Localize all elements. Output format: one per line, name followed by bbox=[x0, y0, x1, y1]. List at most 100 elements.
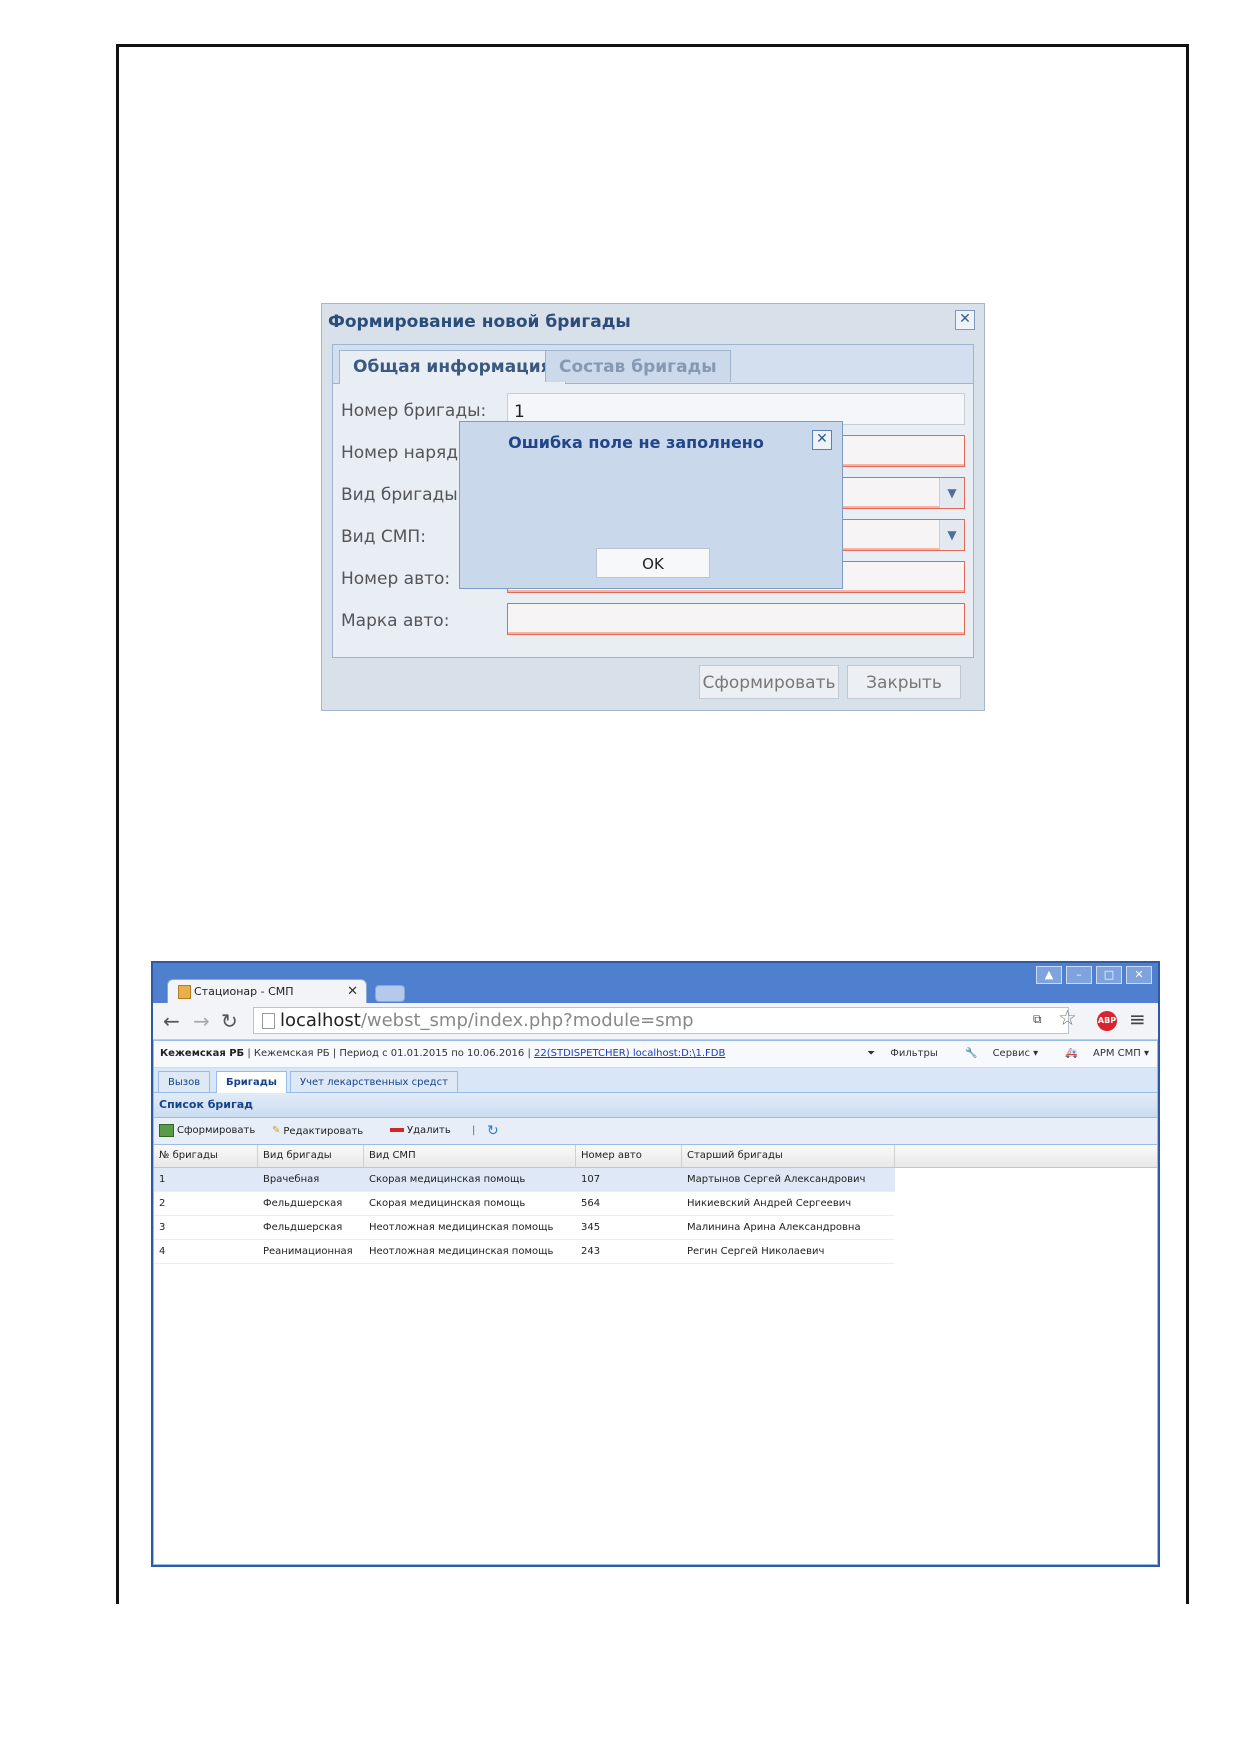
funnel-icon: ⏷ bbox=[867, 1048, 876, 1059]
chevron-down-icon[interactable]: ▼ bbox=[939, 478, 964, 508]
info-bar: Кежемская РБ | Кежемская РБ | Период с 0… bbox=[154, 1041, 1157, 1068]
car-brand-label: Марка авто: bbox=[341, 611, 450, 631]
grid-header: № бригады Вид бригады Вид СМП Номер авто… bbox=[154, 1145, 1157, 1168]
tab-brigades[interactable]: Бригады bbox=[216, 1071, 287, 1093]
delete-brigade-label: Удалить bbox=[407, 1125, 451, 1136]
cell-car: 107 bbox=[581, 1174, 601, 1185]
info-actions: ⏷ Фильтры 🔧 Сервис ▾ 🚑 АРМ СМП ▾ bbox=[843, 1041, 1149, 1067]
close-tab-icon[interactable]: ✕ bbox=[347, 980, 358, 1003]
menu-icon[interactable]: ≡ bbox=[1129, 1007, 1146, 1031]
browser-toolbar: ← → ↻ localhost/webst_smp/index.php?modu… bbox=[153, 1003, 1158, 1040]
cell-smp: Скорая медицинская помощь bbox=[369, 1174, 526, 1185]
cell-type: Врачебная bbox=[263, 1174, 320, 1185]
close-button[interactable]: Закрыть bbox=[847, 665, 961, 699]
dialog-close-icon[interactable]: ✕ bbox=[955, 310, 975, 330]
car-brand-field[interactable] bbox=[507, 603, 965, 635]
tab-call[interactable]: Вызов bbox=[158, 1071, 211, 1092]
cell-smp: Скорая медицинская помощь bbox=[369, 1198, 526, 1209]
window-controls: ▲ – □ ✕ bbox=[1032, 966, 1152, 984]
adblock-icon[interactable]: ABP bbox=[1097, 1011, 1117, 1031]
grid-body: 1 Врачебная Скорая медицинская помощь 10… bbox=[154, 1168, 1157, 1264]
app-tabs: Вызов Бригады Учет лекарственных средст bbox=[154, 1068, 1157, 1093]
page-icon bbox=[262, 1013, 275, 1029]
cell-number: 3 bbox=[159, 1222, 166, 1233]
reload-icon[interactable]: ↻ bbox=[221, 1009, 238, 1033]
arm-menu[interactable]: 🚑 АРМ СМП ▾ bbox=[1053, 1048, 1149, 1059]
browser-window: ▲ – □ ✕ Стационар - СМП ✕ ← → ↻ localhost/w… bbox=[151, 961, 1160, 1567]
create-button[interactable]: Сформировать bbox=[699, 665, 839, 699]
close-window-icon[interactable]: ✕ bbox=[1126, 966, 1152, 984]
refresh-icon[interactable]: ↻ bbox=[487, 1118, 499, 1144]
table-row[interactable]: 3 Фельдшерская Неотложная медицинская по… bbox=[154, 1216, 895, 1240]
dialog-title: Формирование новой бригады bbox=[328, 312, 631, 332]
app-content: Кежемская РБ | Кежемская РБ | Период с 0… bbox=[153, 1040, 1158, 1565]
translate-icon[interactable]: ⧉ bbox=[1033, 1012, 1042, 1027]
chevron-down-icon[interactable]: ▼ bbox=[939, 520, 964, 550]
error-title: Ошибка поле не заполнено bbox=[508, 433, 764, 452]
panel-title: Список бригад bbox=[154, 1093, 1157, 1118]
cell-type: Фельдшерская bbox=[263, 1222, 343, 1233]
tab-brigade-members[interactable]: Состав бригады bbox=[545, 350, 731, 382]
edit-brigade-label: Редактировать bbox=[283, 1126, 364, 1137]
browser-tab[interactable]: Стационар - СМП ✕ bbox=[167, 979, 367, 1003]
maximize-icon[interactable]: □ bbox=[1096, 966, 1122, 984]
cell-number: 4 bbox=[159, 1246, 166, 1257]
bookmark-star-icon[interactable]: ☆ bbox=[1058, 1006, 1077, 1030]
cell-type: Фельдшерская bbox=[263, 1198, 343, 1209]
close-icon[interactable]: ✕ bbox=[812, 430, 832, 450]
cell-number: 2 bbox=[159, 1198, 166, 1209]
table-row[interactable]: 1 Врачебная Скорая медицинская помощь 10… bbox=[154, 1168, 895, 1192]
minus-icon bbox=[390, 1128, 404, 1132]
create-brigade-label: Сформировать bbox=[177, 1125, 256, 1136]
cell-car: 345 bbox=[581, 1222, 601, 1233]
col-smp-type[interactable]: Вид СМП bbox=[364, 1145, 576, 1167]
cell-leader: Мартынов Сергей Александрович bbox=[687, 1174, 866, 1185]
grid-toolbar: Сформировать ✎ Редактировать Удалить | ↻ bbox=[154, 1118, 1157, 1145]
browser-tab-title: Стационар - СМП bbox=[194, 985, 294, 998]
edit-brigade-button[interactable]: ✎ Редактировать bbox=[272, 1118, 363, 1145]
cell-leader: Никиевский Андрей Сергеевич bbox=[687, 1198, 852, 1209]
dialog-tabs: Общая информация Состав бригады bbox=[333, 345, 973, 384]
db-link[interactable]: 22(STDISPETCHER) localhost:D:\1.FDB bbox=[534, 1048, 725, 1059]
forward-icon[interactable]: → bbox=[193, 1009, 210, 1033]
favicon-icon bbox=[178, 985, 191, 999]
table-row[interactable]: 4 Реанимационная Неотложная медицинская … bbox=[154, 1240, 895, 1264]
tab-general-info[interactable]: Общая информация bbox=[339, 350, 566, 384]
col-brigade-number[interactable]: № бригады bbox=[154, 1145, 258, 1167]
col-car-number[interactable]: Номер авто bbox=[576, 1145, 682, 1167]
wrench-icon: 🔧 bbox=[964, 1048, 978, 1059]
service-menu[interactable]: 🔧 Сервис ▾ bbox=[953, 1048, 1038, 1059]
cell-leader: Регин Сергей Николаевич bbox=[687, 1246, 825, 1257]
minimize-icon[interactable]: – bbox=[1066, 966, 1092, 984]
create-brigade-button[interactable]: Сформировать bbox=[159, 1118, 255, 1144]
cell-leader: Малинина Арина Александровна bbox=[687, 1222, 861, 1233]
cell-car: 564 bbox=[581, 1198, 601, 1209]
pencil-icon: ✎ bbox=[272, 1125, 281, 1136]
new-tab-button[interactable] bbox=[375, 985, 405, 1002]
cell-smp: Неотложная медицинская помощь bbox=[369, 1246, 554, 1257]
cell-number: 1 bbox=[159, 1174, 166, 1185]
period-info: | Кежемская РБ | Период с 01.01.2015 по … bbox=[244, 1048, 535, 1059]
org-name: Кежемская РБ bbox=[160, 1048, 245, 1059]
service-label: Сервис ▾ bbox=[992, 1048, 1039, 1059]
create-icon bbox=[159, 1123, 174, 1137]
back-icon[interactable]: ← bbox=[163, 1009, 180, 1033]
filters-button[interactable]: ⏷ Фильтры bbox=[855, 1048, 938, 1059]
profile-icon[interactable]: ▲ bbox=[1036, 966, 1062, 984]
cell-smp: Неотложная медицинская помощь bbox=[369, 1222, 554, 1233]
ok-button[interactable]: OK bbox=[596, 548, 710, 578]
col-brigade-leader[interactable]: Старший бригады bbox=[682, 1145, 895, 1167]
table-row[interactable]: 2 Фельдшерская Скорая медицинская помощь… bbox=[154, 1192, 895, 1216]
car-number-label: Номер авто: bbox=[341, 569, 451, 589]
tab-medicines[interactable]: Учет лекарственных средст bbox=[290, 1071, 458, 1092]
url-host: localhost bbox=[280, 1010, 361, 1031]
brigade-number-label: Номер бригады: bbox=[341, 401, 487, 421]
delete-brigade-button[interactable]: Удалить bbox=[390, 1118, 451, 1144]
col-brigade-type[interactable]: Вид бригады bbox=[258, 1145, 364, 1167]
cell-car: 243 bbox=[581, 1246, 601, 1257]
url-path: /webst_smp/index.php?module=smp bbox=[360, 1010, 694, 1031]
order-number-label: Номер наряд bbox=[341, 443, 458, 463]
ambulance-icon: 🚑 bbox=[1065, 1048, 1078, 1059]
smp-type-label: Вид СМП: bbox=[341, 527, 426, 547]
address-bar[interactable]: localhost/webst_smp/index.php?module=smp bbox=[253, 1007, 1069, 1034]
